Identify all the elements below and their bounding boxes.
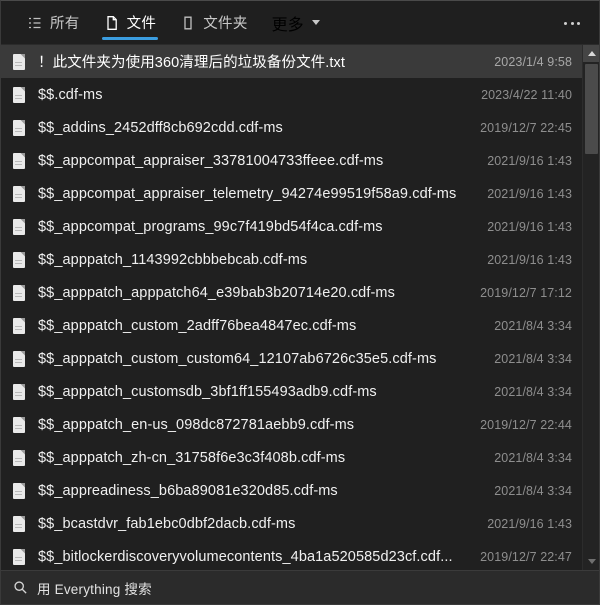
text-file-icon — [12, 218, 27, 236]
file-page-icon — [104, 15, 120, 31]
file-name: $$_appreadiness_b6ba89081e320d85.cdf-ms — [38, 482, 338, 499]
file-name: $$_apppatch_apppatch64_e39bab3b20714e20.… — [38, 284, 395, 301]
text-file-icon — [12, 53, 27, 71]
magnifier-icon — [13, 580, 28, 595]
file-row[interactable]: $$_apppatch_1143992cbbbebcab.cdf-ms 2021/… — [1, 243, 582, 276]
tab-folders-label: 文件夹 — [203, 16, 248, 32]
file-date-modified: 2019/12/7 22:45 — [480, 120, 572, 135]
file-row[interactable]: $$_appcompat_programs_99c7f419bd54f4ca.c… — [1, 210, 582, 243]
file-list[interactable]: ！此文件夹为使用360清理后的垃圾备份文件.txt 2023/1/4 9:58 $$… — [1, 45, 582, 570]
tab-all-label: 所有 — [50, 16, 80, 32]
file-name: $$_addins_2452dff8cb692cdd.cdf-ms — [38, 119, 283, 136]
text-file-icon — [12, 152, 27, 170]
file-date-modified: 2021/9/16 1:43 — [487, 219, 572, 234]
file-date-modified: 2023/4/22 11:40 — [481, 87, 572, 102]
text-file-icon — [12, 482, 27, 500]
file-row[interactable]: $$_apppatch_en-us_098dc872781aebb9.cdf-m… — [1, 408, 582, 441]
file-name: ！此文件夹为使用360清理后的垃圾备份文件.txt — [38, 55, 346, 71]
file-date-modified: 2021/8/4 3:34 — [494, 351, 572, 366]
file-name: $$_apppatch_customsdb_3bf1ff155493adb9.c… — [38, 383, 377, 400]
file-name: $$.cdf-ms — [38, 86, 103, 103]
file-row[interactable]: $$_apppatch_custom_custom64_12107ab6726c… — [1, 342, 582, 375]
file-date-modified: 2019/12/7 22:44 — [480, 417, 572, 432]
file-date-modified: 2021/9/16 1:43 — [487, 153, 572, 168]
tab-active-underline — [101, 36, 159, 40]
scrollbar-thumb[interactable] — [585, 64, 598, 154]
search-bar[interactable]: 用 Everything 搜索 — [1, 570, 599, 604]
file-date-modified: 2021/8/4 3:34 — [494, 450, 572, 465]
text-file-icon — [12, 515, 27, 533]
file-row[interactable]: $$_addins_2452dff8cb692cdd.cdf-ms 2019/12… — [1, 111, 582, 144]
ellipsis-icon[interactable] — [557, 12, 587, 34]
file-date-modified: 2019/12/7 17:12 — [480, 285, 572, 300]
tab-files[interactable]: 文件 — [92, 1, 169, 45]
file-row[interactable]: $$.cdf-ms 2023/4/22 11:40 — [1, 78, 582, 111]
vertical-scrollbar[interactable] — [582, 45, 599, 570]
file-row[interactable]: $$_appcompat_appraiser_33781004733ffeee.… — [1, 144, 582, 177]
text-file-icon — [12, 383, 27, 401]
text-file-icon — [12, 350, 27, 368]
file-date-modified: 2023/1/4 9:58 — [494, 54, 572, 69]
file-row[interactable]: ！此文件夹为使用360清理后的垃圾备份文件.txt 2023/1/4 9:58 — [1, 45, 582, 78]
file-row[interactable]: $$_bcastdvr_fab1ebc0dbf2dacb.cdf-ms 2021/… — [1, 507, 582, 540]
file-row[interactable]: $$_appreadiness_b6ba89081e320d85.cdf-ms 2… — [1, 474, 582, 507]
text-file-icon — [12, 317, 27, 335]
file-name: $$_bitlockerdiscoveryvolumecontents_4ba1… — [38, 548, 453, 565]
text-file-icon — [12, 119, 27, 137]
file-list-region: ！此文件夹为使用360清理后的垃圾备份文件.txt 2023/1/4 9:58 $$… — [1, 45, 599, 570]
tab-more-label: 更多 — [271, 16, 304, 34]
search-input[interactable]: 用 Everything 搜索 — [37, 578, 152, 598]
file-row[interactable]: $$_apppatch_customsdb_3bf1ff155493adb9.c… — [1, 375, 582, 408]
filter-tabbar: 所有 文件 文件夹 更多 — [1, 1, 599, 45]
chevron-down-icon — [311, 20, 320, 25]
text-file-icon — [12, 416, 27, 434]
folder-outline-icon — [180, 15, 196, 31]
file-row[interactable]: $$_bitlockerdiscoveryvolumecontents_4ba1… — [1, 540, 582, 570]
file-name: $$_appcompat_programs_99c7f419bd54f4ca.c… — [38, 218, 383, 235]
file-name: $$_appcompat_appraiser_telemetry_94274e9… — [38, 185, 457, 202]
tab-folders[interactable]: 文件夹 — [168, 1, 259, 45]
file-name: $$_apppatch_custom_custom64_12107ab6726c… — [38, 350, 437, 367]
tab-all[interactable]: 所有 — [15, 1, 92, 45]
file-date-modified: 2021/8/4 3:34 — [494, 318, 572, 333]
file-row[interactable]: $$_apppatch_zh-cn_31758f6e3c3f408b.cdf-m… — [1, 441, 582, 474]
file-name: $$_apppatch_zh-cn_31758f6e3c3f408b.cdf-m… — [38, 449, 346, 466]
file-name: $$_bcastdvr_fab1ebc0dbf2dacb.cdf-ms — [38, 515, 296, 532]
file-date-modified: 2019/12/7 22:47 — [480, 549, 572, 564]
caret-down-icon[interactable] — [583, 553, 599, 570]
text-file-icon — [12, 284, 27, 302]
file-date-modified: 2021/8/4 3:34 — [494, 384, 572, 399]
text-file-icon — [12, 86, 27, 104]
file-name: $$_apppatch_1143992cbbbebcab.cdf-ms — [38, 251, 308, 268]
tab-more[interactable]: 更多 — [260, 1, 332, 45]
file-row[interactable]: $$_apppatch_custom_2adff76bea4847ec.cdf-… — [1, 309, 582, 342]
file-date-modified: 2021/9/16 1:43 — [487, 186, 572, 201]
file-name: $$_apppatch_custom_2adff76bea4847ec.cdf-… — [38, 317, 357, 334]
file-date-modified: 2021/8/4 3:34 — [494, 483, 572, 498]
file-row[interactable]: $$_apppatch_apppatch64_e39bab3b20714e20.… — [1, 276, 582, 309]
text-file-icon — [12, 449, 27, 467]
everything-file-list-window: 所有 文件 文件夹 更多 ！此文件夹为使用360清理后的垃圾备份文件.txt 2… — [0, 0, 600, 605]
file-row[interactable]: $$_appcompat_appraiser_telemetry_94274e9… — [1, 177, 582, 210]
text-file-icon — [12, 548, 27, 566]
file-name: $$_appcompat_appraiser_33781004733ffeee.… — [38, 152, 384, 169]
text-file-icon — [12, 185, 27, 203]
caret-up-icon[interactable] — [583, 45, 599, 62]
text-file-icon — [12, 251, 27, 269]
tab-files-label: 文件 — [126, 16, 157, 32]
list-lines-icon — [27, 15, 43, 31]
file-name: $$_apppatch_en-us_098dc872781aebb9.cdf-m… — [38, 416, 355, 433]
file-date-modified: 2021/9/16 1:43 — [487, 516, 572, 531]
file-date-modified: 2021/9/16 1:43 — [487, 252, 572, 267]
